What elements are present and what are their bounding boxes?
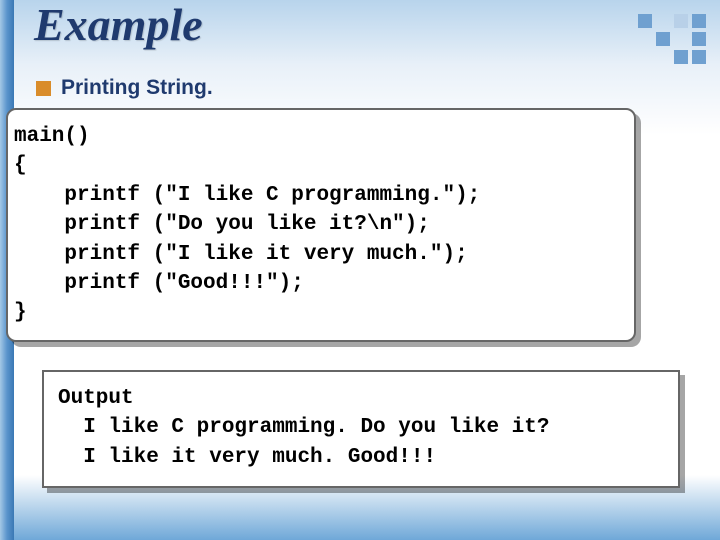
bullet-icon: [36, 81, 51, 96]
output-block: Output I like C programming. Do you like…: [42, 370, 680, 488]
slide-title: Example: [34, 0, 203, 51]
corner-decoration: [638, 14, 706, 64]
code-block: main() { printf ("I like C programming."…: [6, 108, 636, 342]
bullet-text: Printing String.: [61, 76, 213, 100]
bullet-row: Printing String.: [36, 76, 213, 100]
